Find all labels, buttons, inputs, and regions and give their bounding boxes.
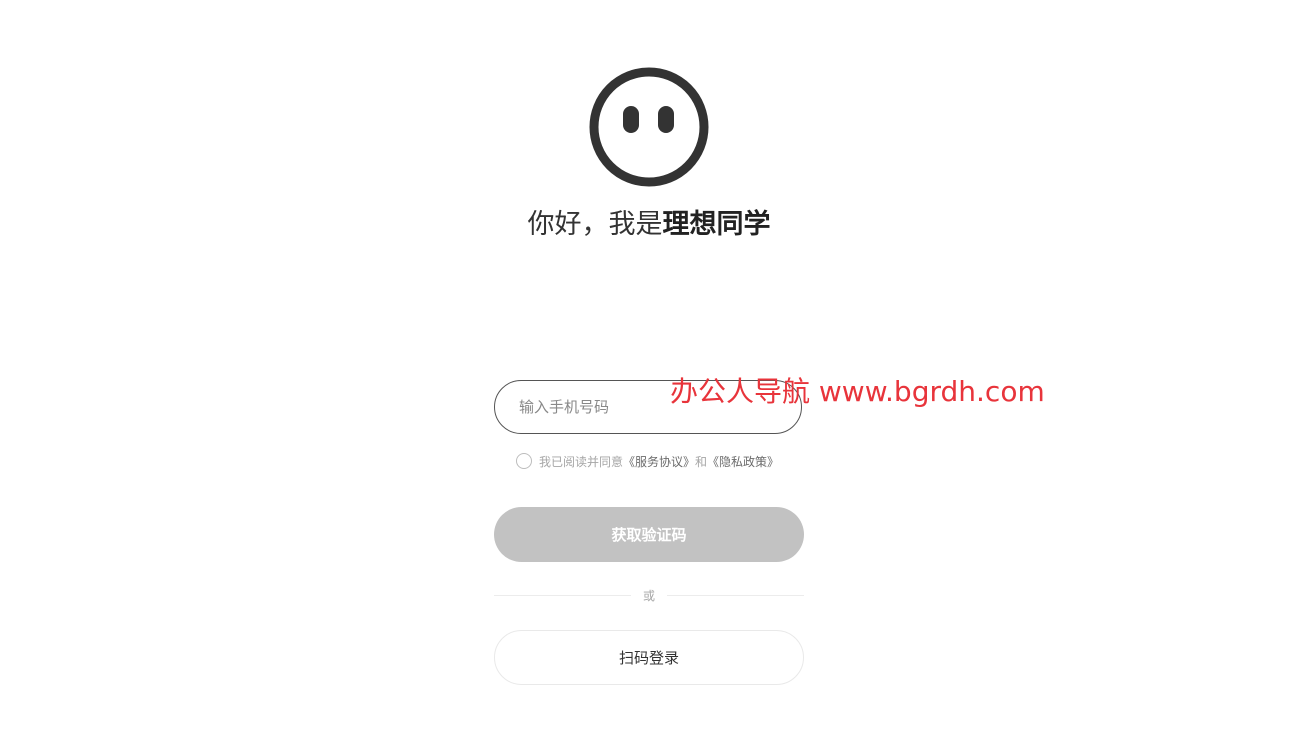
greeting-prefix: 你好，我是 <box>527 209 663 240</box>
or-divider: 或 <box>494 586 805 604</box>
get-verification-code-button[interactable]: 获取验证码 <box>494 507 804 562</box>
divider-line-left <box>494 594 631 596</box>
agreement-row: 我已阅读并同意 《服务协议》 和 《隐私政策》 <box>516 452 779 470</box>
service-agreement-link[interactable]: 《服务协议》 <box>623 453 695 470</box>
greeting-heading: 你好，我是理想同学 <box>0 206 1298 244</box>
watermark-text: 办公人导航 www.bgrdh.com <box>670 375 1045 408</box>
mascot-logo-icon <box>589 67 709 187</box>
or-label: 或 <box>643 588 656 603</box>
divider-line-right <box>667 594 805 596</box>
privacy-policy-link[interactable]: 《隐私政策》 <box>707 453 779 470</box>
agreement-and: 和 <box>695 454 708 469</box>
login-page: 你好，我是理想同学 我已阅读并同意 《服务协议》 和 《隐私政策》 获取验证码 … <box>0 0 1311 741</box>
agreement-checkbox[interactable] <box>516 453 532 469</box>
qr-code-login-button[interactable]: 扫码登录 <box>494 630 804 685</box>
assistant-name: 理想同学 <box>662 209 771 240</box>
agreement-prefix: 我已阅读并同意 <box>539 454 624 469</box>
